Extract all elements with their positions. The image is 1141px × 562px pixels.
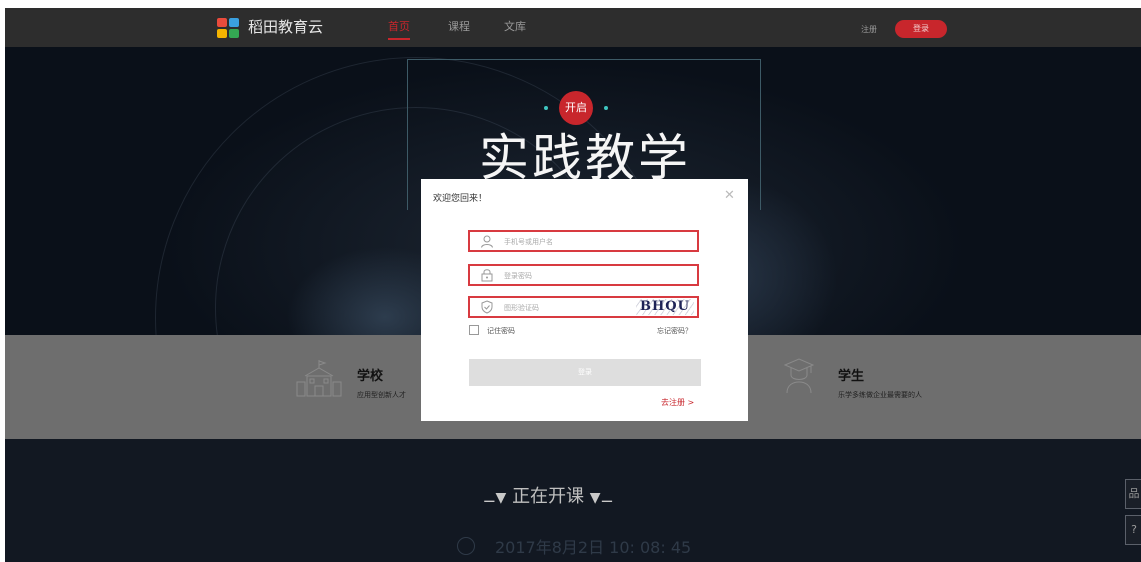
captcha-placeholder: 图形验证码 bbox=[504, 304, 539, 312]
side-float-grid-button[interactable]: 品 bbox=[1125, 479, 1141, 509]
nav-item-library[interactable]: 文库 bbox=[504, 20, 526, 34]
live-heading: ⚊▼ 正在开课 ▼⚊ bbox=[483, 482, 613, 508]
login-submit-button[interactable]: 登录 bbox=[469, 359, 701, 386]
username-placeholder: 手机号或用户名 bbox=[504, 238, 553, 246]
frame-dot bbox=[544, 106, 548, 110]
nav-item-home[interactable]: 首页 bbox=[388, 20, 410, 40]
login-button[interactable]: 登录 bbox=[895, 20, 947, 38]
user-icon bbox=[481, 235, 493, 248]
nav-item-courses[interactable]: 课程 bbox=[448, 20, 470, 34]
remember-checkbox[interactable] bbox=[469, 325, 479, 335]
role-student-desc: 乐学多练做企业最需要的人 bbox=[838, 391, 922, 399]
go-register-link[interactable]: 去注册 > bbox=[661, 397, 694, 408]
student-icon bbox=[783, 358, 815, 394]
forgot-password-link[interactable]: 忘记密码？ bbox=[657, 326, 692, 336]
clock-icon bbox=[457, 537, 475, 555]
arrow-left-icon: ⚊▼ bbox=[483, 490, 507, 506]
side-float-help-button[interactable]: ? bbox=[1125, 515, 1141, 545]
brand-name[interactable]: 稻田教育云 bbox=[248, 16, 323, 38]
captcha-field[interactable]: 图形验证码 BHQU bbox=[468, 296, 699, 318]
register-link[interactable]: 注册 bbox=[861, 24, 877, 35]
role-school-desc: 应用型创新人才 bbox=[357, 391, 406, 399]
login-modal: 欢迎您回来！ ✕ 手机号或用户名 登录密码 图形验证码 BHQU 记住密码 忘记… bbox=[421, 179, 748, 421]
modal-title: 欢迎您回来！ bbox=[433, 194, 488, 204]
arrow-right-icon: ▼⚊ bbox=[589, 490, 614, 506]
frame-dot bbox=[604, 106, 608, 110]
shield-icon bbox=[481, 300, 493, 314]
live-title: 正在开课 bbox=[512, 486, 585, 507]
brand-logo-icon bbox=[217, 18, 239, 38]
live-section: ⚊▼ 正在开课 ▼⚊ 2017年8月2日 10: 08: 45 品 ? bbox=[5, 439, 1141, 562]
password-placeholder: 登录密码 bbox=[504, 272, 532, 280]
lock-icon bbox=[481, 269, 493, 282]
username-field[interactable]: 手机号或用户名 bbox=[468, 230, 699, 252]
open-badge: 开启 bbox=[559, 91, 593, 125]
password-field[interactable]: 登录密码 bbox=[468, 264, 699, 286]
live-datetime: 2017年8月2日 10: 08: 45 bbox=[495, 538, 692, 557]
school-icon bbox=[296, 360, 342, 397]
role-school-title: 学校 bbox=[357, 369, 384, 384]
remember-label: 记住密码 bbox=[487, 327, 515, 335]
role-student-title: 学生 bbox=[838, 369, 865, 384]
close-icon[interactable]: ✕ bbox=[724, 189, 735, 202]
page: 稻田教育云 首页 课程 文库 注册 登录 开启 实践教学 学校 应用型创新人才 bbox=[5, 8, 1141, 562]
top-navbar: 稻田教育云 首页 课程 文库 注册 登录 bbox=[5, 8, 1141, 47]
captcha-image[interactable]: BHQU bbox=[636, 299, 694, 315]
